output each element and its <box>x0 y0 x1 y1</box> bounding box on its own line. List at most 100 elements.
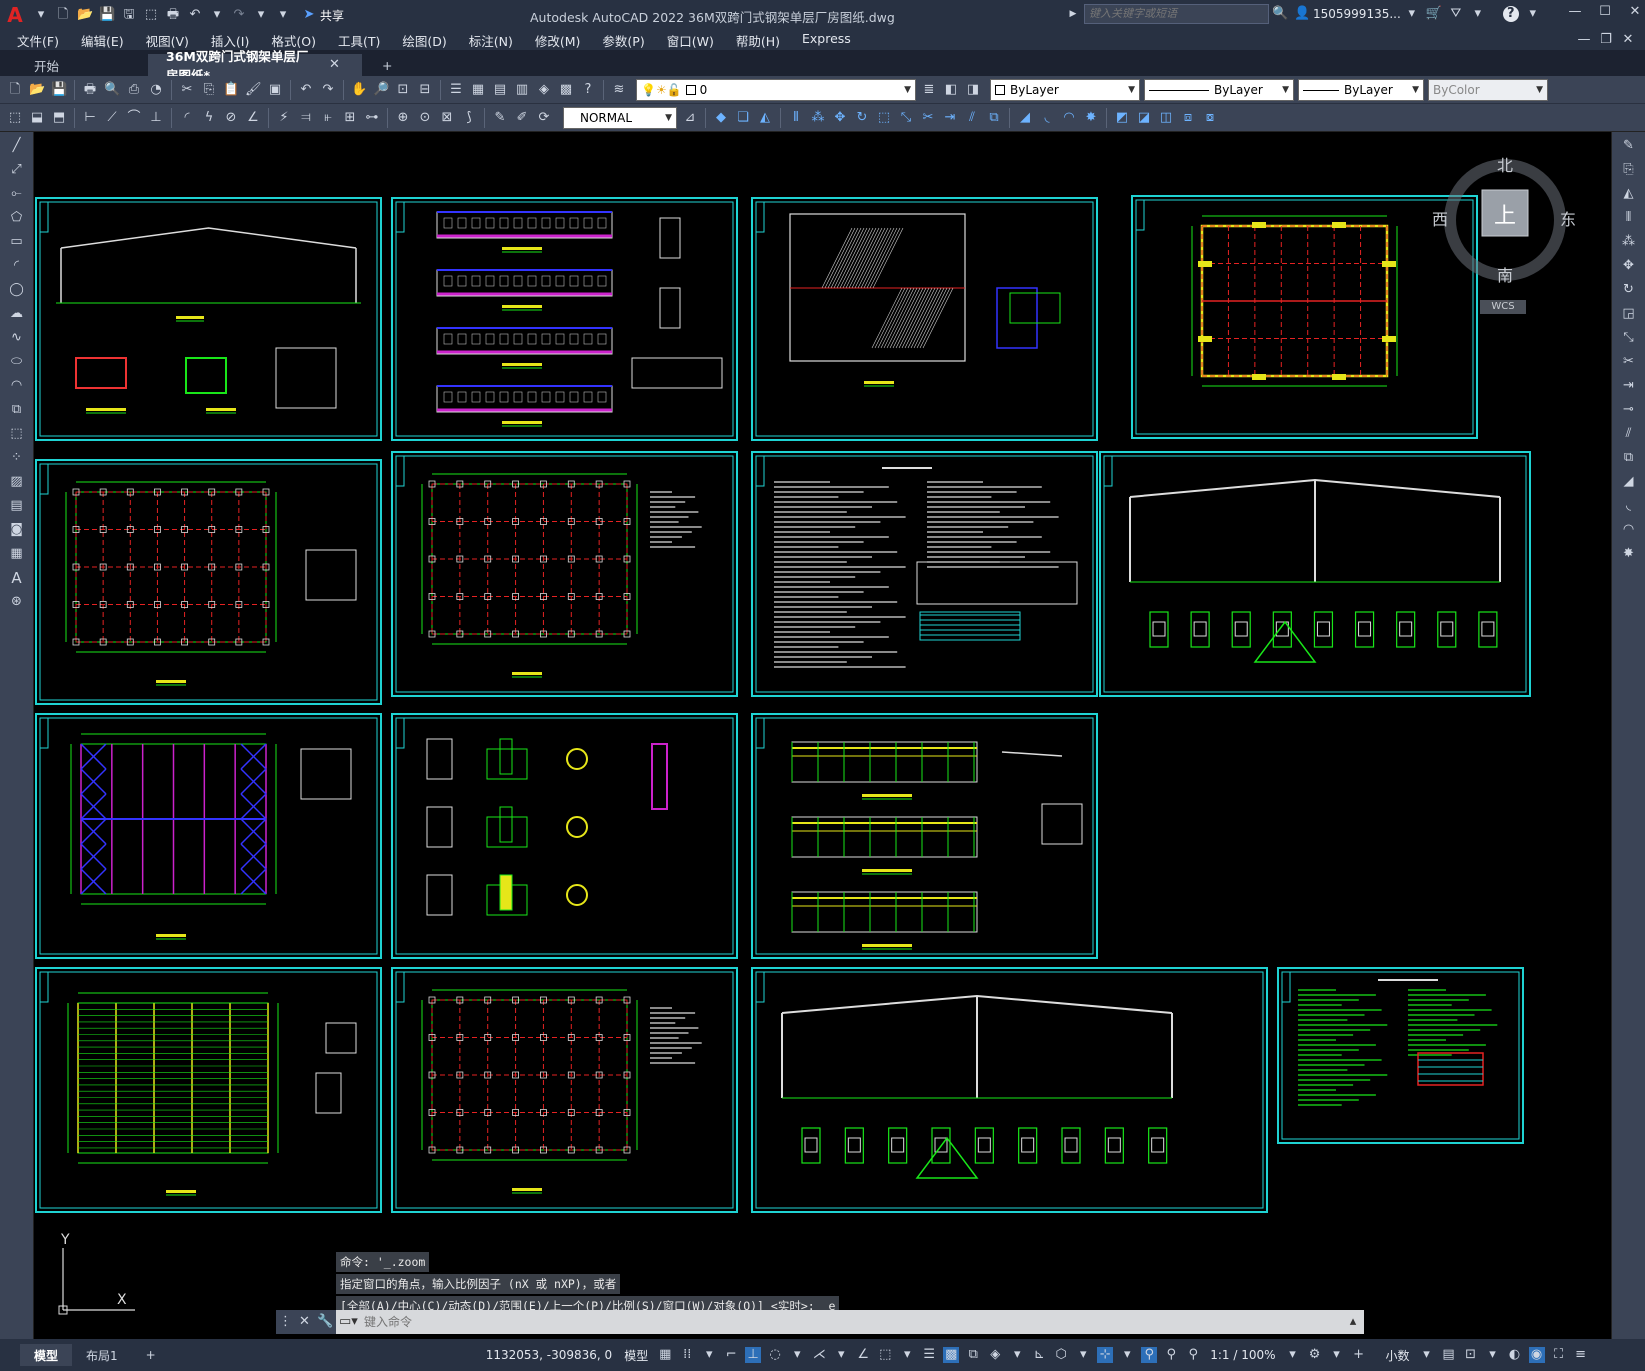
selection-filter-dropdown-icon[interactable]: ▾ <box>1075 1347 1091 1363</box>
tab-drawing[interactable]: 36M双跨门式钢架单层厂房图纸* ✕ <box>148 49 362 83</box>
dim-text-edit-icon[interactable]: ✐ <box>514 110 530 126</box>
user-name[interactable]: 1505999135... <box>1313 7 1401 21</box>
object-snap-tracking-icon[interactable]: ∠ <box>855 1347 871 1363</box>
autocad-logo-icon[interactable]: A <box>0 0 30 30</box>
block-editor-icon[interactable]: ▣ <box>267 82 283 98</box>
graphics-performance-icon[interactable]: ◉ <box>1528 1347 1545 1363</box>
add-layout-button[interactable]: + <box>132 1344 170 1366</box>
scale-icon[interactable]: ⬚ <box>876 110 892 126</box>
lock-ui-dropdown-icon[interactable]: ▾ <box>1485 1347 1501 1363</box>
redo-dropdown-icon[interactable]: ▾ <box>253 7 269 23</box>
help-icon[interactable]: ? <box>1502 6 1519 22</box>
design-center-icon[interactable]: ▦ <box>470 82 486 98</box>
qselect-icon[interactable]: ⬚ <box>7 110 23 126</box>
tab-layout1[interactable]: 布局1 <box>72 1344 132 1366</box>
polyline-icon[interactable]: ⟜ <box>7 184 27 204</box>
ellipse-arc-icon[interactable]: ◠ <box>7 376 27 396</box>
scale-side-icon[interactable]: ◲ <box>1619 304 1639 324</box>
isodraft-dropdown-icon[interactable]: ▾ <box>833 1347 849 1363</box>
redo-icon[interactable]: ↷ <box>231 7 247 23</box>
trim-side-icon[interactable]: ✂ <box>1619 352 1639 372</box>
snap-icon[interactable]: ⁞⁞ <box>679 1347 695 1363</box>
markup-icon[interactable]: ◈ <box>536 82 552 98</box>
coordinates[interactable]: 1132053, -309836, 0 <box>480 1348 618 1362</box>
copy-object-icon[interactable]: ❏ <box>735 110 751 126</box>
doc-minimize-icon[interactable]: — <box>1576 32 1592 48</box>
menu-item[interactable]: 修改(M) <box>524 31 592 50</box>
isolate-objects-icon[interactable]: ◐ <box>1507 1347 1523 1363</box>
print-icon[interactable]: 🖶 <box>82 82 98 98</box>
copy-icon[interactable]: ⎘ <box>201 82 217 98</box>
help-dropdown-icon[interactable]: ▾ <box>1525 6 1541 22</box>
send-back-icon[interactable]: ◫ <box>1158 110 1174 126</box>
search-icon[interactable]: 🔍 <box>1272 6 1288 22</box>
snap-dropdown-icon[interactable]: ▾ <box>701 1347 717 1363</box>
construction-line-icon[interactable]: ⤢ <box>7 160 27 180</box>
dim-ordinate-icon[interactable]: ⊥ <box>148 110 164 126</box>
osnap-dropdown-icon[interactable]: ▾ <box>899 1347 915 1363</box>
break-point-icon[interactable]: ⊸ <box>1619 400 1639 420</box>
region-icon[interactable]: ◙ <box>7 520 27 540</box>
command-customize-icon[interactable]: 🔧 <box>317 1314 333 1330</box>
dim-jogged-icon[interactable]: ϟ <box>201 110 217 126</box>
selection-cycling-icon[interactable]: ⧉ <box>965 1347 981 1363</box>
gizmo-dropdown-icon[interactable]: ▾ <box>1119 1347 1135 1363</box>
inspect-icon[interactable]: ⊠ <box>439 110 455 126</box>
copy-side-icon[interactable]: ⎘ <box>1619 160 1639 180</box>
command-scroll-icon[interactable]: ▴ <box>1345 1314 1361 1330</box>
gradient-icon[interactable]: ▤ <box>7 496 27 516</box>
stretch-side-icon[interactable]: ⤡ <box>1619 328 1639 348</box>
dynamic-ucs-icon[interactable]: ⊾ <box>1031 1347 1047 1363</box>
viewcube-west[interactable]: 西 <box>1432 206 1448 230</box>
dim-linear-icon[interactable]: ⊢ <box>82 110 98 126</box>
annotation-scale[interactable]: 1:1 / 100% <box>1204 1348 1281 1362</box>
lineweight-combo[interactable]: ByLayer ▼ <box>1298 79 1424 101</box>
publish-icon[interactable]: ⎙ <box>126 82 142 98</box>
dim-space-icon[interactable]: ⊞ <box>342 110 358 126</box>
fillet-icon[interactable]: ◟ <box>1039 110 1055 126</box>
save-icon[interactable]: 💾 <box>99 7 115 23</box>
dim-update-icon[interactable]: ⟳ <box>536 110 552 126</box>
group-icon[interactable]: ⬒ <box>51 110 67 126</box>
menu-item[interactable]: Express <box>791 31 862 50</box>
layer-state-icon[interactable]: ◨ <box>965 82 981 98</box>
dim-break-icon[interactable]: ⊶ <box>364 110 380 126</box>
chamfer-side-icon[interactable]: ◢ <box>1619 472 1639 492</box>
menu-item[interactable]: 绘图(D) <box>391 31 457 50</box>
menu-item[interactable]: 工具(T) <box>327 31 391 50</box>
web-mobile-icon[interactable]: ⬚ <box>143 7 159 23</box>
units-dropdown-icon[interactable]: ▾ <box>1419 1347 1435 1363</box>
command-close-icon[interactable]: ✕ <box>298 1314 311 1330</box>
stretch-icon[interactable]: ⤡ <box>898 110 914 126</box>
workspace-dropdown-icon[interactable]: ▾ <box>1329 1347 1345 1363</box>
annotation-monitor-icon[interactable]: + <box>1351 1347 1367 1363</box>
point-icon[interactable]: ⁘ <box>7 448 27 468</box>
layer-previous-icon[interactable]: ◧ <box>943 82 959 98</box>
scale-dropdown-icon[interactable]: ▾ <box>1285 1347 1301 1363</box>
user-icon[interactable]: 👤 <box>1294 6 1310 22</box>
dim-edit-icon[interactable]: ✎ <box>492 110 508 126</box>
array-icon[interactable]: ⁂ <box>810 110 826 126</box>
grid-icon[interactable]: ▦ <box>657 1347 673 1363</box>
saveas-icon[interactable]: 🖫 <box>121 7 137 23</box>
join-side-icon[interactable]: ⧉ <box>1619 448 1639 468</box>
insert-block-icon[interactable]: ⧉ <box>7 400 27 420</box>
pan-icon[interactable]: ✋ <box>351 82 367 98</box>
viewcube[interactable]: 北 南 西 东 上 WCS <box>1430 150 1580 320</box>
mtext-icon[interactable]: A <box>7 568 27 588</box>
tab-close-icon[interactable]: ✕ <box>328 57 341 73</box>
extend-icon[interactable]: ⇥ <box>942 110 958 126</box>
help-search-input[interactable] <box>1084 4 1269 24</box>
dim-angular-icon[interactable]: ∠ <box>245 110 261 126</box>
center-mark-icon[interactable]: ⊙ <box>417 110 433 126</box>
explode-icon[interactable]: ✸ <box>1083 110 1099 126</box>
command-input[interactable] <box>358 1311 1342 1333</box>
hatch-icon[interactable]: ▨ <box>7 472 27 492</box>
workspace-icon[interactable]: ⚙ <box>1307 1347 1323 1363</box>
quickcalc-icon[interactable]: ▩ <box>558 82 574 98</box>
rotate-side-icon[interactable]: ↻ <box>1619 280 1639 300</box>
spline-icon[interactable]: ∿ <box>7 328 27 348</box>
3d-dwf-icon[interactable]: ◔ <box>148 82 164 98</box>
dim-arc-icon[interactable]: ⌒ <box>126 110 142 126</box>
match-properties-icon[interactable]: 🖌 <box>245 82 262 98</box>
